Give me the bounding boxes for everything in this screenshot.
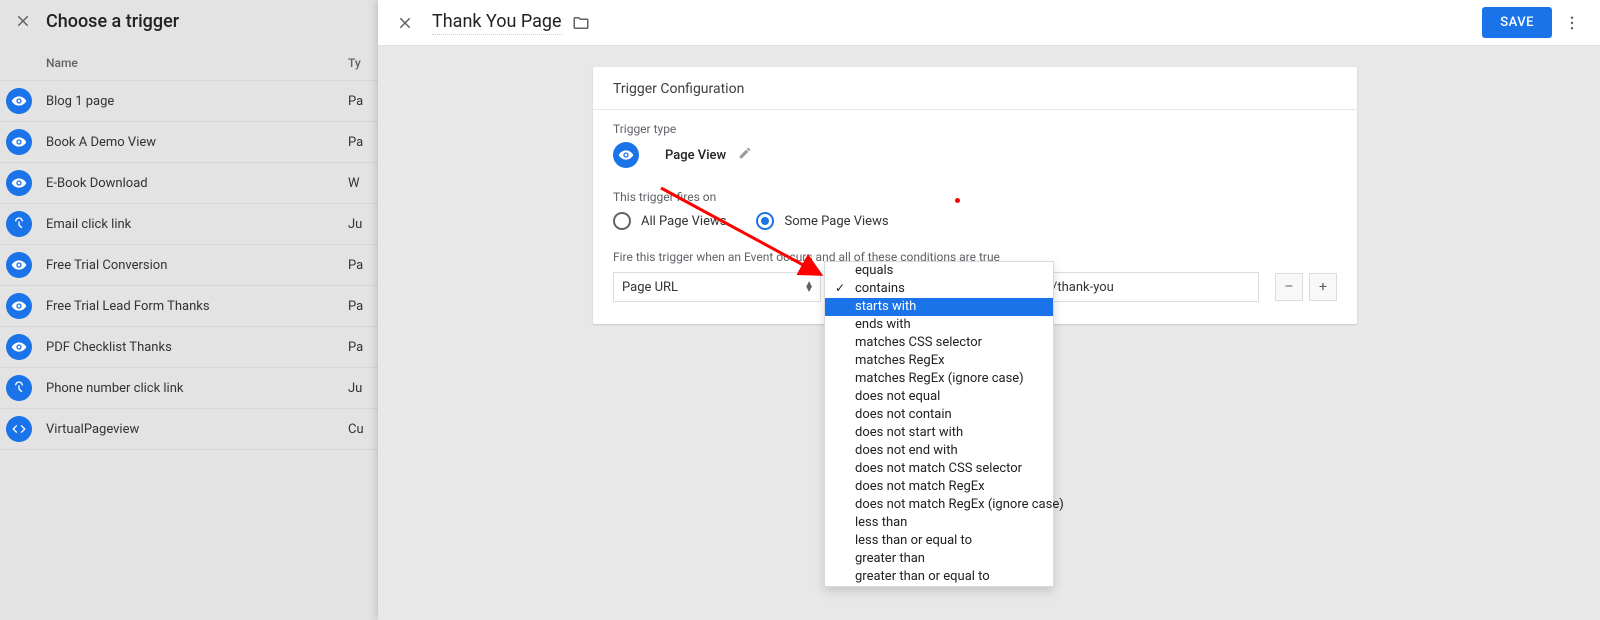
eye-icon: [6, 334, 32, 360]
save-button[interactable]: SAVE: [1482, 7, 1552, 38]
table-row[interactable]: E-Book DownloadW: [0, 163, 378, 204]
row-type: Ju: [348, 217, 378, 232]
row-name: Phone number click link: [46, 381, 348, 396]
card-title: Trigger Configuration: [593, 67, 1357, 110]
col-name-header: Name: [46, 56, 348, 70]
dropdown-option[interactable]: greater than or equal to: [825, 568, 1053, 586]
condition-variable-select[interactable]: Page URL ▲▼: [613, 272, 821, 302]
eye-icon: [6, 129, 32, 155]
dropdown-option[interactable]: does not equal: [825, 388, 1053, 406]
dropdown-option[interactable]: matches RegEx (ignore case): [825, 370, 1053, 388]
row-type: Pa: [348, 340, 378, 355]
condition-variable-value: Page URL: [622, 280, 678, 295]
eye-icon: [6, 252, 32, 278]
table-row[interactable]: Book A Demo ViewPa: [0, 122, 378, 163]
dropdown-option[interactable]: does not end with: [825, 442, 1053, 460]
row-name: Email click link: [46, 217, 348, 232]
table-row[interactable]: VirtualPageviewCu: [0, 409, 378, 450]
dropdown-option[interactable]: does not start with: [825, 424, 1053, 442]
dropdown-option[interactable]: does not match CSS selector: [825, 460, 1053, 478]
row-type: Pa: [348, 135, 378, 150]
row-name: Book A Demo View: [46, 135, 348, 150]
table-header: Name Ty: [0, 46, 378, 81]
dropdown-option[interactable]: equals: [825, 262, 1053, 280]
table-row[interactable]: Phone number click linkJu: [0, 368, 378, 409]
table-row[interactable]: Free Trial ConversionPa: [0, 245, 378, 286]
dropdown-option[interactable]: starts with: [825, 298, 1053, 316]
radio-some-page-views[interactable]: Some Page Views: [756, 212, 888, 230]
row-type: Pa: [348, 299, 378, 314]
eye-icon: [6, 293, 32, 319]
col-type-header: Ty: [348, 56, 378, 70]
trigger-type-name: Page View: [665, 148, 726, 163]
row-type: Cu: [348, 422, 378, 437]
eye-icon: [6, 170, 32, 196]
row-type: Ju: [348, 381, 378, 396]
eye-icon: [6, 88, 32, 114]
trigger-type-label: Trigger type: [613, 122, 1337, 136]
fires-on-label: This trigger fires on: [613, 190, 1337, 204]
trigger-type-row: Page View: [613, 142, 1337, 168]
close-icon[interactable]: [12, 10, 34, 32]
row-name: Free Trial Conversion: [46, 258, 348, 273]
radio-all-label: All Page Views: [641, 214, 726, 229]
row-name: Blog 1 page: [46, 94, 348, 109]
more-menu-icon[interactable]: [1560, 11, 1584, 35]
row-name: VirtualPageview: [46, 422, 348, 437]
close-icon[interactable]: [394, 12, 416, 34]
row-type: Pa: [348, 94, 378, 109]
left-header: Choose a trigger: [0, 0, 378, 46]
radio-some-label: Some Page Views: [784, 214, 888, 229]
code-icon: [6, 416, 32, 442]
condition-operator-dropdown[interactable]: equalscontainsstarts withends withmatche…: [824, 261, 1054, 587]
click-icon: [6, 211, 32, 237]
table-row[interactable]: Free Trial Lead Form ThanksPa: [0, 286, 378, 327]
trigger-table: Name Ty Blog 1 pagePaBook A Demo ViewPaE…: [0, 46, 378, 450]
row-type: W: [348, 176, 378, 191]
table-row[interactable]: Email click linkJu: [0, 204, 378, 245]
table-row[interactable]: Blog 1 pagePa: [0, 81, 378, 122]
trigger-name-input[interactable]: Thank You Page: [432, 11, 562, 35]
folder-icon[interactable]: [572, 14, 590, 32]
dropdown-option[interactable]: less than: [825, 514, 1053, 532]
dropdown-option[interactable]: less than or equal to: [825, 532, 1053, 550]
dropdown-option[interactable]: matches RegEx: [825, 352, 1053, 370]
trigger-editor-panel: Thank You Page SAVE Trigger Configuratio…: [378, 0, 1600, 620]
choose-trigger-panel: Choose a trigger Name Ty Blog 1 pagePaBo…: [0, 0, 378, 620]
radio-all-page-views[interactable]: All Page Views: [613, 212, 726, 230]
click-icon: [6, 375, 32, 401]
panel-title: Choose a trigger: [46, 11, 179, 32]
dropdown-option[interactable]: ends with: [825, 316, 1053, 334]
edit-icon[interactable]: [738, 146, 752, 164]
row-name: E-Book Download: [46, 176, 348, 191]
chevron-updown-icon: ▲▼: [804, 282, 814, 292]
condition-value-input[interactable]: /thank-you: [1043, 272, 1259, 302]
dropdown-option[interactable]: matches CSS selector: [825, 334, 1053, 352]
remove-condition-button[interactable]: –: [1275, 273, 1303, 301]
table-row[interactable]: PDF Checklist ThanksPa: [0, 327, 378, 368]
dropdown-option[interactable]: does not contain: [825, 406, 1053, 424]
row-name: Free Trial Lead Form Thanks: [46, 299, 348, 314]
dropdown-option[interactable]: does not match RegEx: [825, 478, 1053, 496]
row-type: Pa: [348, 258, 378, 273]
dropdown-option[interactable]: greater than: [825, 550, 1053, 568]
editor-header: Thank You Page SAVE: [378, 0, 1600, 46]
eye-icon: [613, 142, 639, 168]
row-name: PDF Checklist Thanks: [46, 340, 348, 355]
dropdown-option[interactable]: does not match RegEx (ignore case): [825, 496, 1053, 514]
dropdown-option[interactable]: contains: [825, 280, 1053, 298]
add-condition-button[interactable]: +: [1309, 273, 1337, 301]
condition-value: /thank-you: [1052, 280, 1114, 295]
